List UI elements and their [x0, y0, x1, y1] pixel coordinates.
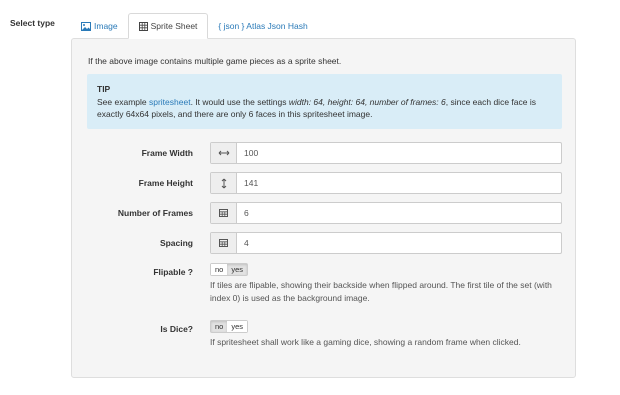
tab-atlas-json-hash-label: { json } Atlas Json Hash	[218, 21, 308, 31]
tab-sprite-sheet-label: Sprite Sheet	[150, 21, 198, 31]
table-icon	[211, 203, 237, 223]
number-of-frames-row: Number of Frames 6	[72, 202, 577, 224]
grid-icon	[138, 21, 148, 31]
tab-image[interactable]: Image	[71, 13, 128, 39]
type-tabs: Image Sprite Sheet { json } Atlas Json H…	[71, 13, 318, 39]
spacing-label: Spacing	[159, 238, 193, 248]
select-type-label: Select type	[10, 18, 55, 28]
tip-prefix: See example	[97, 96, 149, 107]
tip-settings: width: 64, height: 64, number of frames:…	[288, 96, 446, 107]
number-of-frames-value: 6	[244, 208, 249, 218]
flipable-yes-option[interactable]: yes	[227, 264, 248, 275]
image-icon	[81, 21, 91, 31]
spacing-row: Spacing 4	[72, 232, 577, 254]
is-dice-toggle[interactable]: no yes	[210, 320, 249, 333]
tab-atlas-json-hash[interactable]: { json } Atlas Json Hash	[208, 13, 317, 39]
tip-middle: . It would use the settings	[190, 96, 289, 107]
table-icon	[211, 233, 237, 253]
spritesheet-link[interactable]: spritesheet	[149, 97, 191, 107]
number-of-frames-label: Number of Frames	[117, 208, 193, 218]
intro-text: If the above image contains multiple gam…	[88, 56, 342, 66]
horizontal-arrows-icon	[211, 143, 237, 163]
frame-height-row: Frame Height 141	[72, 172, 577, 194]
flipable-toggle[interactable]: no yes	[210, 263, 249, 276]
frame-height-value: 141	[244, 178, 259, 188]
spacing-value: 4	[244, 238, 249, 248]
flipable-help: If tiles are flipable, showing their bac…	[210, 280, 552, 303]
frame-height-field[interactable]: 141	[210, 172, 562, 194]
frame-width-field[interactable]: 100	[210, 142, 562, 164]
vertical-arrows-icon	[211, 173, 237, 193]
frame-width-label: Frame Width	[141, 148, 193, 158]
sprite-sheet-panel: If the above image contains multiple gam…	[71, 38, 576, 378]
tab-sprite-sheet[interactable]: Sprite Sheet	[127, 13, 209, 39]
frame-width-value: 100	[244, 148, 259, 158]
spacing-field[interactable]: 4	[210, 232, 562, 254]
frame-width-row: Frame Width 100	[72, 142, 577, 164]
tab-image-label: Image	[94, 21, 118, 31]
is-dice-help: If spritesheet shall work like a gaming …	[210, 337, 521, 347]
number-of-frames-field[interactable]: 6	[210, 202, 562, 224]
flipable-label: Flipable ?	[153, 267, 193, 277]
tip-body: See example spritesheet. It would use th…	[97, 96, 552, 121]
flipable-no-option[interactable]: no	[211, 264, 228, 275]
is-dice-no-option[interactable]: no	[211, 321, 228, 332]
tip-box: TIP See example spritesheet. It would us…	[87, 74, 562, 129]
frame-height-label: Frame Height	[138, 178, 193, 188]
tip-title: TIP	[97, 84, 111, 94]
is-dice-label: Is Dice?	[160, 324, 193, 334]
is-dice-yes-option[interactable]: yes	[227, 321, 248, 332]
